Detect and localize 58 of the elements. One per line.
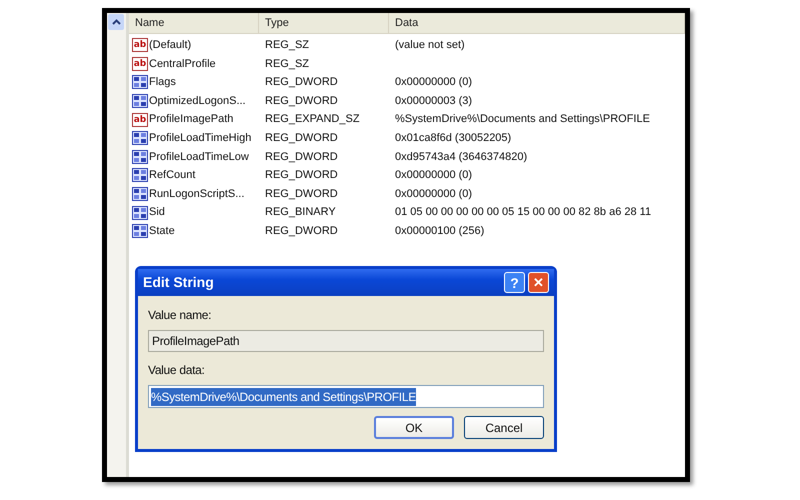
value-type: REG_DWORD — [265, 224, 338, 237]
string-value-icon: ab — [132, 112, 148, 127]
value-data: 01 05 00 00 00 00 00 05 15 00 00 00 82 8b a6 28 11 — [395, 206, 652, 218]
value-type: REG_EXPAND_SZ — [265, 113, 360, 126]
value-data: 0x00000000 (0) — [395, 188, 472, 200]
value-name[interactable]: RefCount — [149, 167, 196, 184]
binary-value-icon — [132, 150, 148, 164]
value-data: 0xd95743a4 (3646374820) — [395, 150, 528, 163]
value-type: REG_DWORD — [265, 188, 338, 200]
field-label: Value name: — [148, 307, 212, 324]
value-data: 0x00000000 (0) — [395, 76, 472, 88]
value-type: REG_DWORD — [265, 76, 338, 88]
column-header[interactable]: Data — [389, 13, 685, 33]
value-type: REG_DWORD — [265, 132, 338, 144]
value-name[interactable]: RunLogonScriptS... — [149, 186, 244, 202]
value-type: REG_SZ — [265, 58, 310, 70]
value-data: (value not set) — [395, 39, 465, 52]
scroll-up-button[interactable] — [108, 14, 124, 30]
value-type: REG_DWORD — [265, 94, 338, 107]
value-data-text: %SystemDrive%\Documents and Settings\PROFILE — [151, 388, 416, 406]
value-type: REG_SZ — [265, 39, 310, 52]
string-value-icon: ab — [132, 56, 148, 71]
ok-button[interactable]: OK — [374, 416, 454, 439]
binary-value-icon — [132, 94, 148, 108]
value-data: %SystemDrive%\Documents and Settings\PROFILE — [395, 113, 650, 126]
value-name[interactable]: OptimizedLogonS... — [149, 92, 246, 110]
value-data-field[interactable]: %SystemDrive%\Documents and Settings\PROFILE — [148, 385, 544, 408]
binary-value-icon — [132, 131, 148, 146]
column-header[interactable]: Type — [259, 13, 389, 33]
binary-value-icon — [132, 187, 148, 202]
value-name[interactable]: Sid — [149, 204, 165, 221]
value-data: 0x00000000 (0) — [395, 169, 472, 182]
help-button[interactable]: ? — [504, 272, 525, 293]
value-type: REG_BINARY — [265, 206, 336, 218]
column-header[interactable]: Name — [129, 13, 259, 33]
value-name[interactable]: ProfileLoadTimeHigh — [149, 130, 252, 147]
value-name[interactable]: Flags — [149, 74, 176, 91]
value-name[interactable]: ProfileImagePath — [149, 111, 234, 128]
string-value-icon: ab — [132, 38, 148, 52]
binary-value-icon — [132, 206, 148, 220]
value-name[interactable]: State — [149, 222, 175, 240]
binary-value-icon — [132, 75, 148, 90]
dialog-title: Edit String — [143, 273, 215, 292]
value-data: 0x00000100 (256) — [395, 224, 484, 237]
binary-value-icon — [132, 168, 148, 182]
value-type: REG_DWORD — [265, 150, 338, 163]
caret-up-icon — [112, 19, 120, 25]
binary-value-icon — [132, 224, 148, 238]
value-name[interactable]: CentralProfile — [149, 56, 216, 72]
field-label: Value data: — [148, 362, 206, 379]
value-data: 0x00000003 (3) — [395, 94, 472, 107]
value-name[interactable]: (Default) — [149, 37, 192, 54]
cancel-button[interactable]: Cancel — [464, 416, 544, 439]
close-button[interactable]: ✕ — [528, 272, 549, 293]
value-type: REG_DWORD — [265, 169, 338, 182]
value-name[interactable]: ProfileLoadTimeLow — [149, 148, 249, 166]
value-name-field[interactable]: ProfileImagePath — [148, 330, 544, 352]
value-data: 0x01ca8f6d (30052205) — [395, 132, 512, 144]
